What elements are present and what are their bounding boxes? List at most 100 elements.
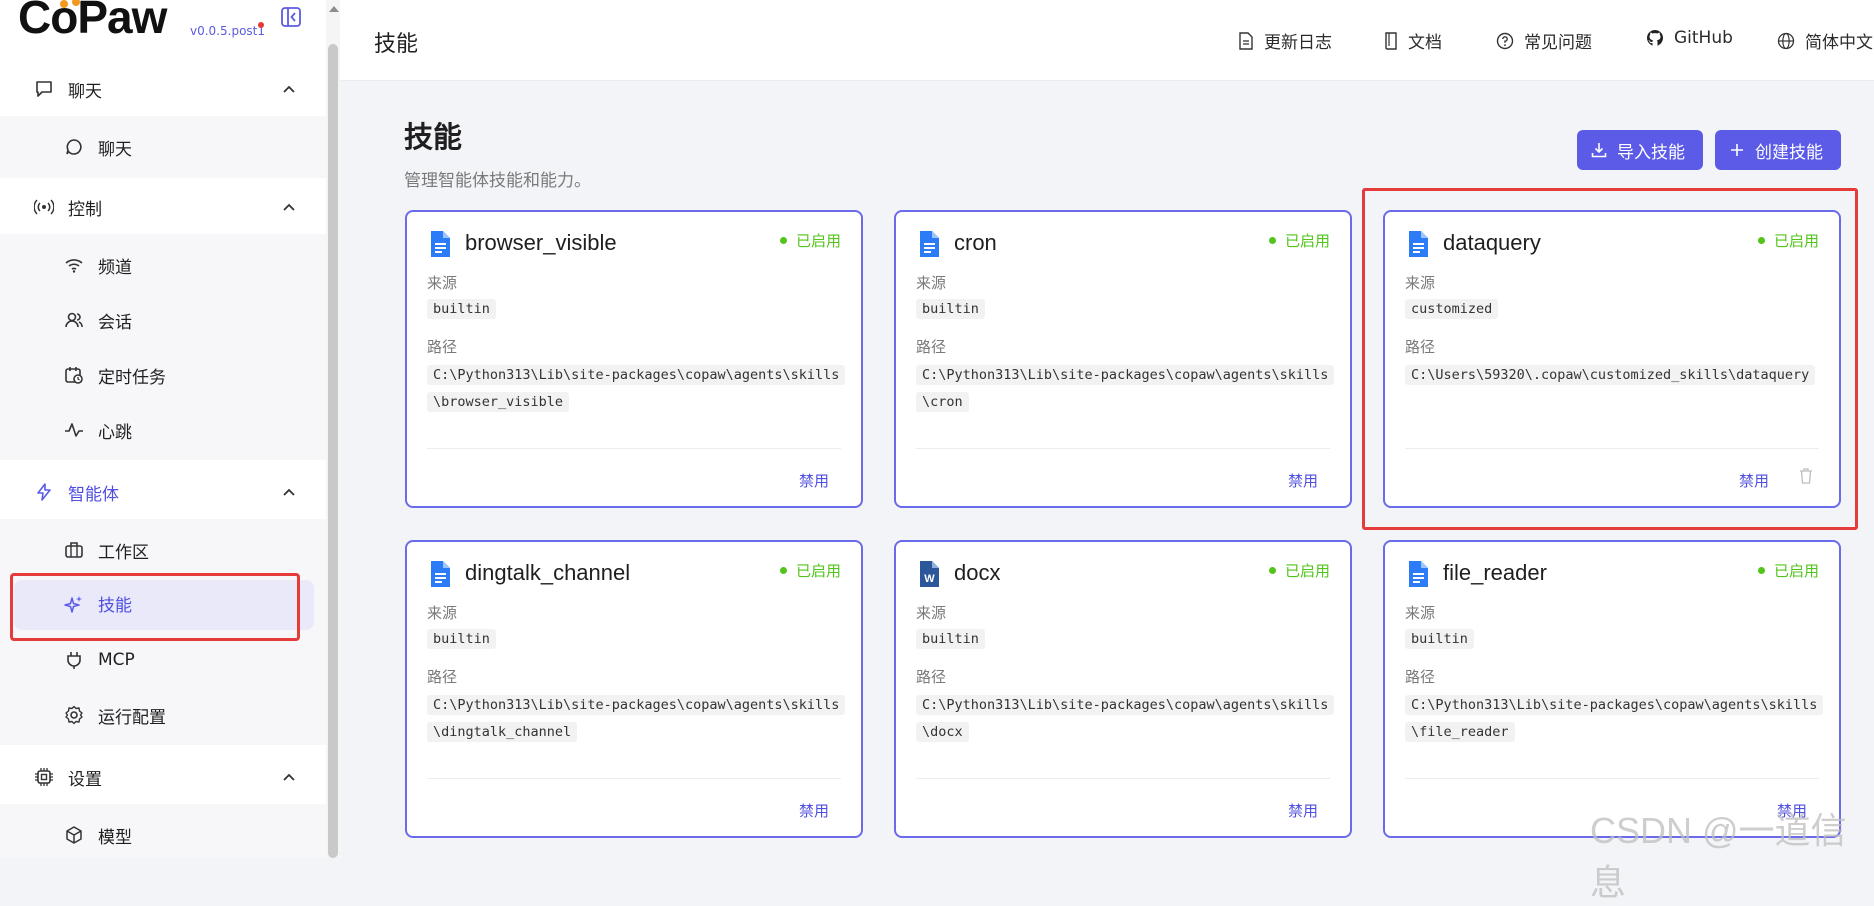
question-circle-icon: [1496, 32, 1514, 49]
sidebar-item-label: 定时任务: [98, 367, 166, 388]
sidebar-item-label: 工作区: [98, 542, 149, 563]
sidebar-item-label: 模型: [98, 827, 132, 848]
status-badge: 已启用: [1757, 560, 1819, 581]
github-icon: [1646, 30, 1664, 46]
source-label: 来源: [916, 274, 947, 292]
path-line-1: C:\Python313\Lib\site-packages\copaw\age…: [427, 695, 846, 715]
sidebar-item-label: 会话: [98, 312, 132, 333]
status-badge: 已启用: [779, 230, 841, 251]
skill-card-browser-visible[interactable]: browser_visible 已启用 来源 builtin 路径 C:\Pyt…: [405, 210, 863, 508]
status-text: 已启用: [795, 232, 841, 250]
path-label: 路径: [916, 338, 947, 356]
sidebar-item-workspace[interactable]: 工作区: [0, 525, 326, 575]
source-value: builtin: [916, 626, 1336, 653]
docs-label: 文档: [1408, 33, 1442, 53]
nav-group-agent[interactable]: 智能体: [0, 467, 326, 517]
changelog-link[interactable]: 更新日志: [1238, 28, 1332, 53]
skill-name: dingtalk_channel: [465, 560, 631, 585]
skill-name: cron: [954, 230, 997, 255]
sidebar-item-sessions[interactable]: 会话: [0, 295, 326, 345]
version-label: v0.0.5.post1: [190, 24, 265, 38]
faq-label: 常见问题: [1524, 33, 1592, 53]
page-subtitle: 管理智能体技能和能力。: [404, 171, 591, 191]
chip-icon: [35, 768, 53, 786]
logo: CoPaw: [18, 0, 167, 43]
faq-link[interactable]: 常见问题: [1496, 28, 1592, 53]
sidebar-item-cron-jobs[interactable]: 定时任务: [0, 350, 326, 400]
sidebar-item-label: 频道: [98, 257, 132, 278]
skill-name: file_reader: [1443, 560, 1547, 585]
sidebar-item-models[interactable]: 模型: [0, 810, 326, 860]
card-divider: [916, 778, 1330, 779]
card-divider: [916, 448, 1330, 449]
import-skill-button[interactable]: 导入技能: [1577, 130, 1703, 170]
docs-link[interactable]: 文档: [1384, 28, 1442, 53]
path-line-1: C:\Python313\Lib\site-packages\copaw\age…: [916, 695, 1335, 715]
nav-group-chat[interactable]: 聊天: [0, 64, 326, 114]
path-label: 路径: [1405, 668, 1436, 686]
collapse-sidebar-icon[interactable]: [280, 6, 302, 28]
chevron-up-icon: [283, 85, 295, 93]
status-dot: [1268, 567, 1276, 574]
scroll-up-arrow-icon[interactable]: [329, 6, 339, 12]
import-skill-label: 导入技能: [1617, 142, 1685, 163]
file-doc-icon: [1409, 561, 1428, 587]
create-skill-button[interactable]: 创建技能: [1715, 130, 1841, 170]
card-divider: [427, 448, 841, 449]
path-label: 路径: [427, 338, 458, 356]
nav-group-label: 控制: [68, 199, 102, 220]
plug-icon: [67, 652, 81, 669]
nav-group-settings[interactable]: 设置: [0, 752, 326, 802]
skill-card-cron[interactable]: cron 已启用 来源 builtin 路径 C:\Python313\Lib\…: [894, 210, 1352, 508]
skill-card-file-reader[interactable]: file_reader 已启用 来源 builtin 路径 C:\Python3…: [1383, 540, 1841, 838]
source-code: builtin: [1405, 629, 1474, 649]
path-line-1: C:\Python313\Lib\site-packages\copaw\age…: [1405, 695, 1824, 715]
briefcase-icon: [65, 542, 83, 558]
scrollbar-thumb[interactable]: [328, 44, 338, 858]
nav-group-label: 聊天: [68, 81, 102, 102]
skill-card-docx[interactable]: W docx 已启用 来源 builtin 路径 C:\Python313\Li…: [894, 540, 1352, 838]
chevron-up-icon: [283, 773, 295, 781]
disable-button[interactable]: 禁用: [799, 800, 829, 821]
sidebar-item-runtime-config[interactable]: 运行配置: [0, 690, 326, 740]
path-line-2: \cron: [916, 392, 969, 412]
path-line-1: C:\Python313\Lib\site-packages\copaw\age…: [916, 365, 1335, 385]
source-label: 来源: [916, 604, 947, 622]
sidebar: CoPaw v0.0.5.post1 聊天 聊天 控制 频道 会话 定时任务 心…: [0, 0, 327, 858]
page-title: 技能: [404, 120, 463, 154]
github-link[interactable]: GitHub: [1646, 28, 1733, 48]
watermark: CSDN @一道信息: [1590, 810, 1847, 903]
source-value: builtin: [1405, 626, 1825, 653]
sidebar-item-mcp[interactable]: MCP: [0, 635, 326, 685]
disable-button[interactable]: 禁用: [1288, 800, 1318, 821]
annotation-highlight-box: [10, 573, 300, 641]
sidebar-item-channels[interactable]: 频道: [0, 240, 326, 290]
message-circle-icon: [66, 139, 82, 155]
word-doc-icon: W: [920, 561, 939, 587]
language-switch[interactable]: 简体中文: [1777, 28, 1873, 53]
disable-button[interactable]: 禁用: [799, 470, 829, 491]
file-doc-icon: [431, 561, 450, 587]
path-line-2: \browser_visible: [427, 392, 570, 412]
path-label: 路径: [427, 668, 458, 686]
users-icon: [65, 312, 83, 328]
skill-name: docx: [954, 560, 1001, 585]
nav-subgroup-chat: 聊天: [0, 116, 326, 178]
download-icon: [1591, 143, 1607, 158]
source-code: builtin: [916, 299, 985, 319]
sidebar-item-chat[interactable]: 聊天: [0, 122, 326, 172]
nav-group-label: 智能体: [68, 484, 119, 505]
cube-icon: [66, 826, 82, 844]
path-label: 路径: [916, 668, 947, 686]
calendar-clock-icon: [65, 367, 83, 384]
source-label: 来源: [1405, 604, 1436, 622]
file-doc-icon: [431, 231, 450, 257]
disable-button[interactable]: 禁用: [1288, 470, 1318, 491]
path-line-2: \docx: [916, 722, 969, 742]
sidebar-item-heartbeat[interactable]: 心跳: [0, 405, 326, 455]
nav-group-control[interactable]: 控制: [0, 182, 326, 232]
skill-card-dingtalk-channel[interactable]: dingtalk_channel 已启用 来源 builtin 路径 C:\Py…: [405, 540, 863, 838]
path-value: C:\Python313\Lib\site-packages\copaw\age…: [916, 692, 1336, 746]
path-value: C:\Python313\Lib\site-packages\copaw\age…: [916, 362, 1336, 416]
card-divider: [1405, 778, 1819, 779]
